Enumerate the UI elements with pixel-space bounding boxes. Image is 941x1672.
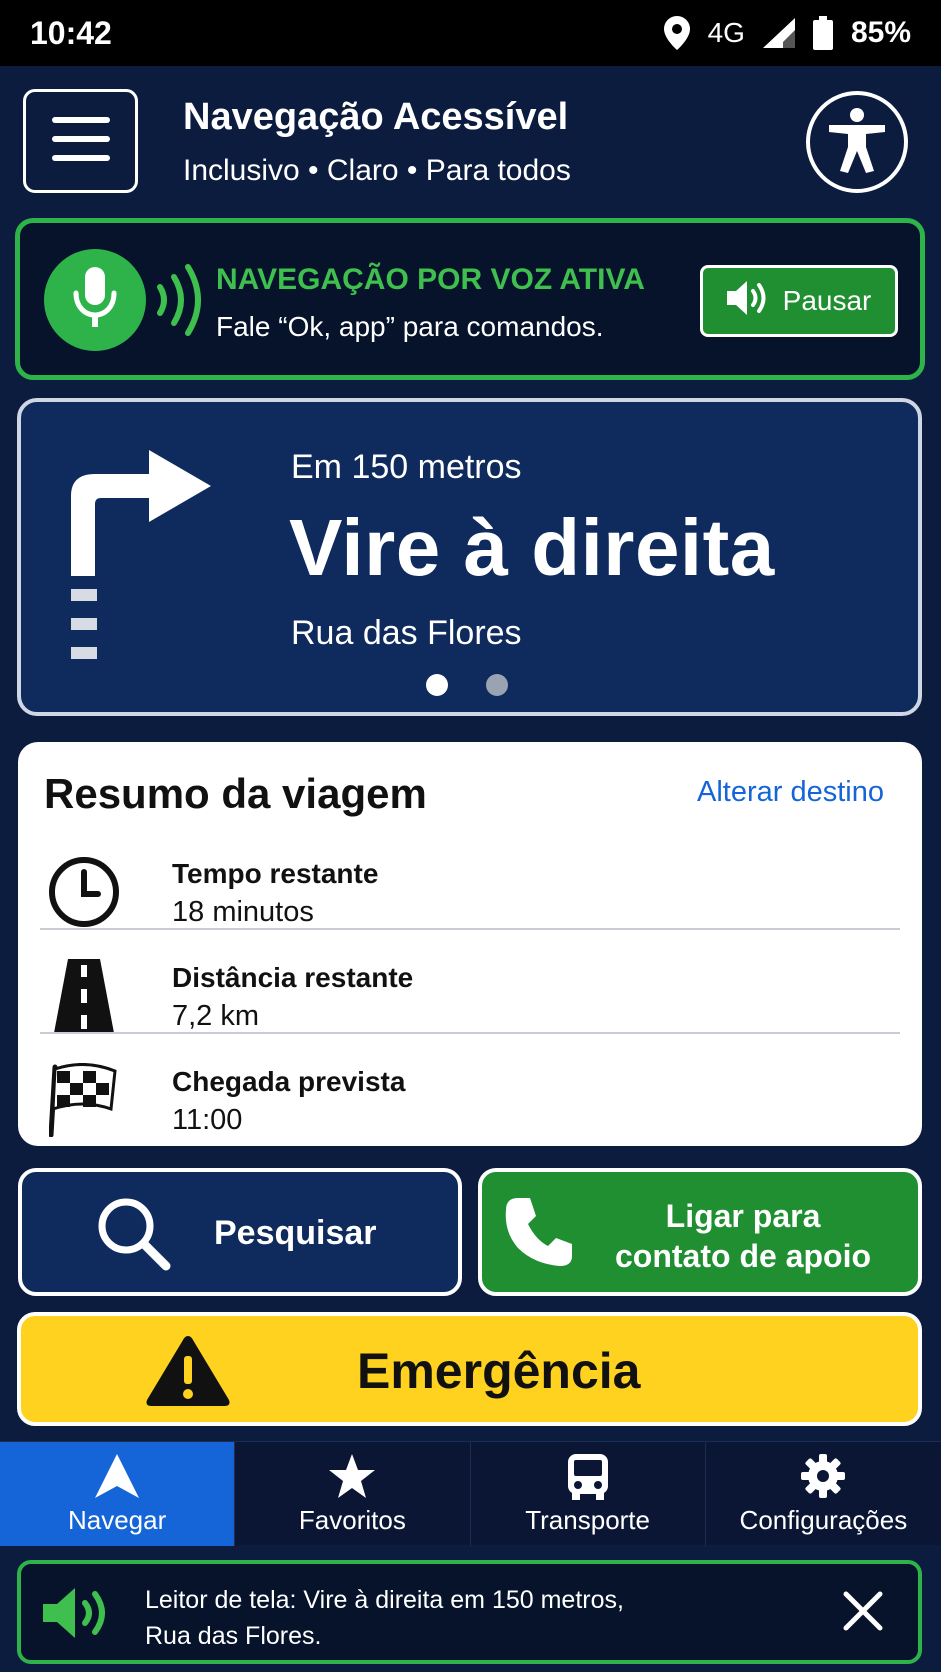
- page-indicator: [426, 674, 508, 696]
- hamburger-menu-icon: [51, 116, 110, 166]
- turn-instruction-card[interactable]: Em 150 metros Vire à direita Rua das Flo…: [17, 398, 922, 716]
- call-support-label: Ligar para contato de apoio: [578, 1196, 908, 1276]
- nav-item-transporte[interactable]: Transporte: [471, 1442, 706, 1546]
- accessibility-button[interactable]: [806, 91, 908, 193]
- divider: [40, 928, 900, 930]
- nav-item-label: Configurações: [739, 1505, 908, 1535]
- nav-item-navegar[interactable]: Navegar: [0, 1442, 236, 1546]
- battery-level: 85%: [850, 16, 911, 49]
- emergency-label: Emergência: [357, 1343, 641, 1399]
- star-icon: [329, 1454, 376, 1503]
- app-title: Navegação Acessível: [183, 96, 569, 138]
- call-support-label-line1: Ligar para: [665, 1198, 821, 1234]
- trip-summary-title: Resumo da viagem: [44, 770, 427, 817]
- location-icon: [663, 16, 690, 50]
- clock-icon: [46, 854, 122, 930]
- change-destination-link[interactable]: Alterar destino: [697, 776, 884, 809]
- screen-reader-bar: Leitor de tela: Vire à direita em 150 me…: [17, 1560, 922, 1664]
- microphone-icon: [73, 266, 117, 334]
- emergency-button[interactable]: Emergência: [17, 1312, 922, 1426]
- status-bar: 10:42 4G 85%: [0, 0, 941, 66]
- close-screen-reader-button[interactable]: [836, 1586, 890, 1640]
- warning-triangle-icon: [145, 1334, 231, 1413]
- trip-row-arrival: Chegada prevista 11:00: [40, 1042, 900, 1146]
- nav-item-label: Favoritos: [298, 1505, 406, 1535]
- network-type: 4G: [707, 17, 745, 48]
- app-subtitle: Inclusivo • Claro • Para todos: [183, 154, 571, 187]
- screen-reader-text: Leitor de tela: Vire à direita em 150 me…: [145, 1582, 765, 1654]
- menu-button[interactable]: [23, 89, 138, 193]
- street-name: Rua das Flores: [291, 614, 522, 652]
- battery-icon: [812, 16, 833, 50]
- status-time: 10:42: [30, 14, 112, 51]
- divider: [40, 1032, 900, 1034]
- page-dot-2[interactable]: [486, 674, 508, 696]
- search-icon: [96, 1196, 172, 1277]
- turn-distance: Em 150 metros: [291, 448, 522, 486]
- status-indicators: 4G 85%: [663, 16, 911, 50]
- speaker-icon: [726, 280, 769, 322]
- turn-right-arrow-icon: [71, 444, 231, 679]
- voice-navigation-card: NAVEGAÇÃO POR VOZ ATIVA Fale “Ok, app” p…: [15, 218, 925, 380]
- trip-row-value: 18 minutos: [172, 896, 314, 928]
- close-icon: [843, 1591, 883, 1636]
- phone-icon: [504, 1196, 574, 1273]
- call-support-button[interactable]: Ligar para contato de apoio: [478, 1168, 922, 1296]
- pause-label: Pausar: [782, 285, 872, 316]
- road-icon: [46, 958, 122, 1034]
- gear-icon: [801, 1454, 846, 1503]
- trip-row-value: 7,2 km: [172, 1000, 260, 1032]
- pause-voice-button[interactable]: Pausar: [700, 265, 898, 337]
- page-dot-1[interactable]: [426, 674, 448, 696]
- trip-row-label: Chegada prevista: [172, 1066, 406, 1097]
- bus-icon: [566, 1454, 610, 1505]
- trip-row-label: Distância restante: [172, 962, 414, 993]
- trip-row-distance: Distância restante 7,2 km: [40, 938, 900, 1042]
- voice-status-description: Fale “Ok, app” para comandos.: [216, 311, 604, 342]
- bottom-navigation: Navegar Favoritos Transporte Configuraçõ…: [0, 1441, 941, 1546]
- signal-icon: [762, 18, 795, 48]
- app-header: Navegação Acessível Inclusivo • Claro • …: [0, 66, 941, 216]
- accessibility-person-icon: [825, 107, 889, 178]
- microphone-button[interactable]: [44, 249, 146, 351]
- nav-item-label: Transporte: [525, 1505, 650, 1535]
- turn-instruction: Vire à direita: [289, 503, 775, 592]
- trip-row-time: Tempo restante 18 minutos: [40, 834, 900, 938]
- speaker-icon: [43, 1588, 113, 1643]
- screen-reader-line2: Rua das Flores.: [145, 1622, 322, 1650]
- search-button[interactable]: Pesquisar: [18, 1168, 462, 1296]
- nav-item-configuracoes[interactable]: Configurações: [706, 1442, 941, 1546]
- trip-summary-card: Resumo da viagem Alterar destino Tempo r…: [18, 742, 922, 1146]
- trip-row-label: Tempo restante: [172, 858, 379, 889]
- navigation-arrow-icon: [95, 1454, 140, 1503]
- call-support-label-line2: contato de apoio: [615, 1238, 871, 1274]
- voice-status-title: NAVEGAÇÃO POR VOZ ATIVA: [216, 263, 645, 296]
- search-label: Pesquisar: [214, 1214, 377, 1252]
- screen-reader-line1: Leitor de tela: Vire à direita em 150 me…: [145, 1586, 624, 1614]
- nav-item-favoritos[interactable]: Favoritos: [235, 1442, 471, 1546]
- checkered-flag-icon: [46, 1062, 122, 1138]
- sound-waves-icon: [152, 263, 204, 342]
- trip-row-value: 11:00: [172, 1104, 243, 1136]
- nav-item-label: Navegar: [67, 1505, 167, 1535]
